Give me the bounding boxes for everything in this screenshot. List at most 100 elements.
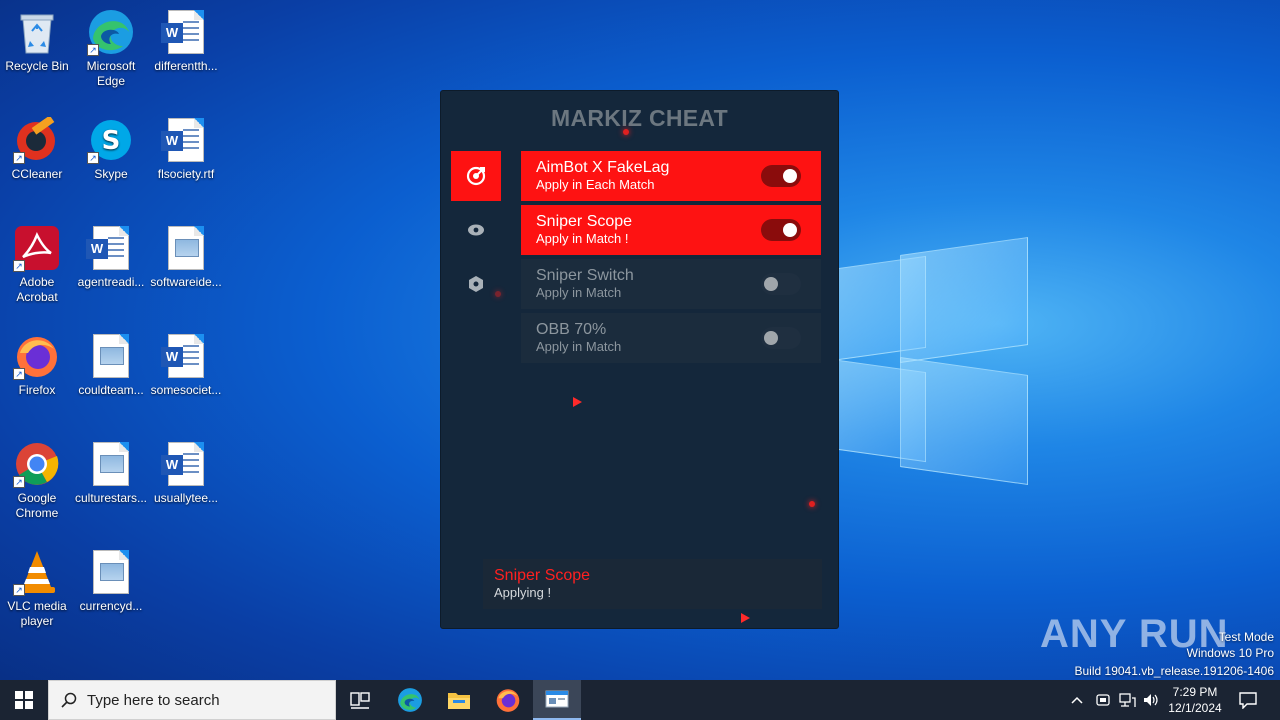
particle-decoration	[495, 291, 501, 297]
action-center-button[interactable]	[1238, 680, 1258, 720]
firefox-icon	[496, 689, 520, 712]
particle-decoration	[623, 129, 629, 135]
sidebar-visual-button[interactable]	[451, 205, 501, 255]
feature-row-sniper-scope[interactable]: Sniper Scope Apply in Match !	[521, 205, 821, 255]
acrobat-icon: ↗	[13, 224, 61, 272]
icon-label: CCleaner	[11, 167, 63, 181]
folder-icon	[448, 693, 470, 709]
feature-toggle[interactable]	[761, 327, 801, 349]
image-file-icon	[87, 548, 135, 596]
word-document-icon: W	[161, 8, 210, 56]
chevron-up-icon	[1071, 696, 1083, 704]
icon-label: softwareide...	[150, 275, 222, 289]
taskbar-cheat-app[interactable]	[533, 680, 581, 720]
edge-icon: ↗	[87, 8, 135, 56]
taskbar-file-explorer[interactable]	[435, 680, 483, 720]
icon-label: Recycle Bin	[5, 59, 69, 73]
cheat-title: MARKIZ CHEAT	[551, 105, 728, 131]
recycle-bin-icon	[13, 8, 61, 56]
taskbar-clock[interactable]: 7:29 PM 12/1/2024	[1162, 684, 1228, 716]
tray-volume-button[interactable]	[1142, 680, 1160, 720]
desktop-icon-word-doc[interactable]: W agentreadi...	[73, 224, 149, 290]
icon-label: usuallytee...	[153, 491, 219, 505]
icon-label: somesociet...	[150, 383, 222, 397]
chrome-icon: ↗	[13, 440, 61, 488]
desktop-icon-image-file[interactable]: softwareide...	[148, 224, 224, 290]
vlc-cone-icon: ↗	[13, 548, 61, 596]
icon-label: VLC media player	[7, 599, 67, 628]
shortcut-arrow-icon: ↗	[87, 44, 99, 56]
desktop-icon-word-doc[interactable]: W usuallytee...	[148, 440, 224, 506]
notification-icon	[1239, 692, 1257, 709]
particle-decoration	[741, 613, 750, 623]
word-document-icon: W	[161, 440, 210, 488]
cheat-window: MARKIZ CHEAT AimBot X FakeLag Apply in E…	[440, 90, 839, 629]
desktop-icon-ccleaner[interactable]: ↗ CCleaner	[0, 116, 75, 182]
particle-decoration	[809, 501, 815, 507]
search-icon	[61, 692, 77, 708]
taskbar-search-box[interactable]: Type here to search	[48, 680, 336, 720]
particle-decoration	[573, 397, 582, 407]
icon-label: culturestars...	[74, 491, 148, 505]
tray-network-button[interactable]	[1118, 680, 1136, 720]
feature-toggle[interactable]	[761, 165, 801, 187]
image-file-icon	[87, 332, 135, 380]
desktop-icon-microsoft-edge[interactable]: ↗ Microsoft Edge	[73, 8, 149, 89]
icon-label: Firefox	[18, 383, 56, 397]
taskbar-edge[interactable]	[386, 680, 434, 720]
clock-time: 7:29 PM	[1172, 685, 1218, 699]
eye-icon	[468, 224, 484, 236]
test-mode-label: Test Mode	[1218, 630, 1274, 644]
firefox-icon: ↗	[13, 332, 61, 380]
feature-row-aimbot[interactable]: AimBot X FakeLag Apply in Each Match	[521, 151, 821, 201]
os-edition-label: Windows 10 Pro	[1186, 646, 1274, 660]
status-panel: Sniper Scope Applying !	[483, 559, 822, 609]
image-file-icon	[162, 224, 210, 272]
target-icon	[466, 166, 486, 186]
icon-label: Skype	[94, 167, 128, 181]
icon-label: currencyd...	[79, 599, 143, 613]
task-view-button[interactable]	[336, 680, 384, 720]
feature-toggle[interactable]	[761, 219, 801, 241]
tray-overflow-button[interactable]	[1070, 680, 1084, 720]
status-title: Sniper Scope	[494, 567, 591, 584]
tray-device-button[interactable]	[1095, 680, 1111, 720]
windows-start-icon	[15, 691, 33, 709]
clock-date: 12/1/2024	[1168, 701, 1222, 715]
icon-label: couldteam...	[78, 383, 144, 397]
word-document-icon: W	[161, 116, 210, 164]
taskbar-firefox[interactable]	[484, 680, 532, 720]
feature-row-sniper-switch[interactable]: Sniper Switch Apply in Match	[521, 259, 821, 309]
icon-label: Adobe Acrobat	[16, 275, 58, 304]
sidebar-aim-button[interactable]	[451, 151, 501, 201]
desktop-icon-adobe-acrobat[interactable]: ↗ Adobe Acrobat	[0, 224, 75, 305]
image-file-icon	[87, 440, 135, 488]
shortcut-arrow-icon: ↗	[13, 152, 25, 164]
volume-icon	[1144, 694, 1158, 706]
desktop-icon-recycle-bin[interactable]: Recycle Bin	[0, 8, 75, 74]
feature-toggle[interactable]	[761, 273, 801, 295]
icon-label: Google Chrome	[15, 491, 59, 520]
status-message: Applying !	[494, 585, 552, 600]
sidebar-settings-button[interactable]	[451, 259, 501, 309]
desktop-icon-image-file[interactable]: currencyd...	[73, 548, 149, 614]
desktop-icon-vlc[interactable]: ↗ VLC media player	[0, 548, 75, 629]
device-icon	[1096, 694, 1110, 706]
edge-icon	[398, 688, 422, 712]
desktop-icon-image-file[interactable]: couldteam...	[73, 332, 149, 398]
start-button[interactable]	[0, 680, 48, 720]
feature-row-obb[interactable]: OBB 70% Apply in Match	[521, 313, 821, 363]
desktop-icon-skype[interactable]: S ↗ Skype	[73, 116, 149, 182]
taskbar: Type here to search 7:29 PM 12/1/2024	[0, 680, 1280, 720]
desktop-icon-image-file[interactable]: culturestars...	[73, 440, 149, 506]
desktop-icon-word-doc[interactable]: W differentth...	[148, 8, 224, 74]
network-icon	[1119, 693, 1136, 707]
desktop-icon-google-chrome[interactable]: ↗ Google Chrome	[0, 440, 75, 521]
icon-label: flsociety.rtf	[157, 167, 215, 181]
desktop-icon-word-doc[interactable]: W somesociet...	[148, 332, 224, 398]
search-placeholder: Type here to search	[87, 691, 220, 709]
hexagon-icon	[469, 276, 483, 292]
desktop-icon-firefox[interactable]: ↗ Firefox	[0, 332, 75, 398]
desktop-icon-word-doc[interactable]: W flsociety.rtf	[148, 116, 224, 182]
shortcut-arrow-icon: ↗	[13, 260, 25, 272]
